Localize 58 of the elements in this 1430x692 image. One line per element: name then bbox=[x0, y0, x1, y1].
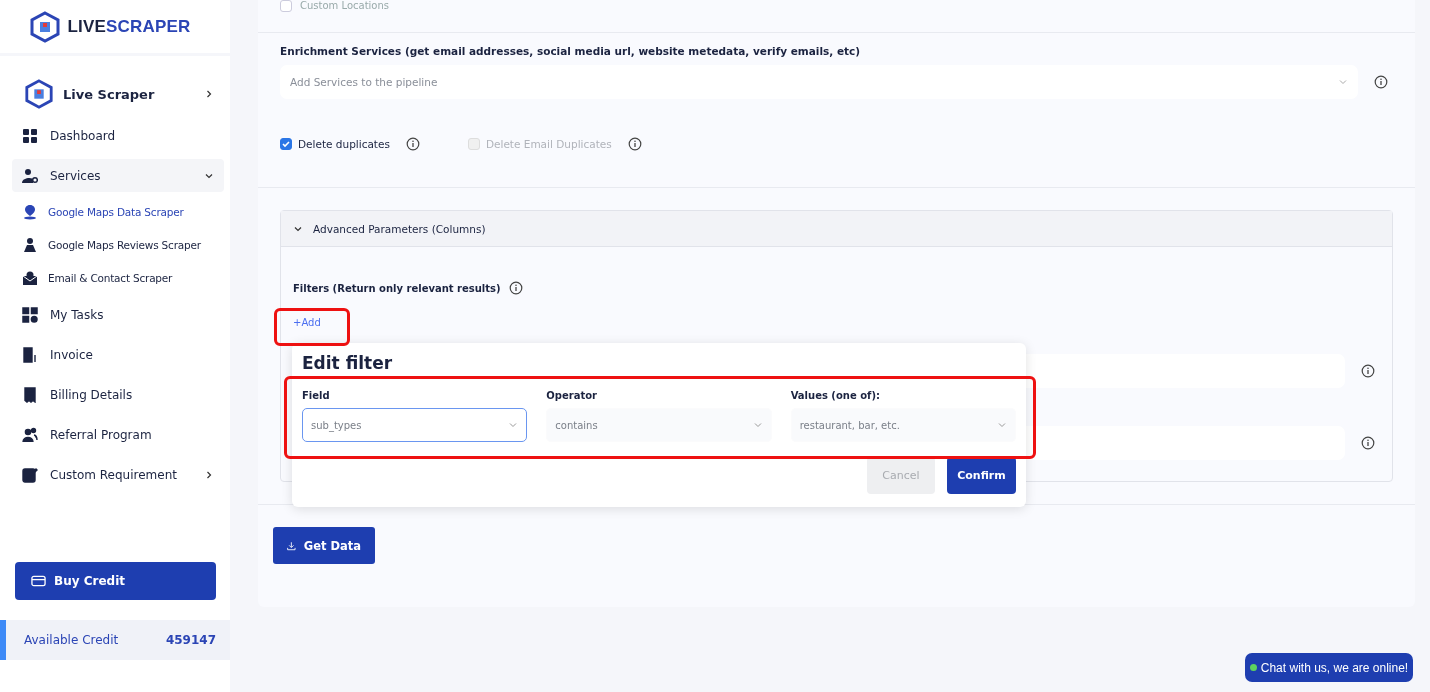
sidebar-item[interactable]: Dashboard bbox=[12, 119, 224, 152]
select-field[interactable]: sub_types bbox=[302, 408, 528, 442]
info-icon[interactable] bbox=[1374, 75, 1388, 89]
credit-label: Available Credit bbox=[24, 633, 119, 647]
tiles-icon bbox=[22, 306, 38, 323]
logo-icon bbox=[29, 10, 62, 43]
buy-credit-button[interactable]: Buy Credit bbox=[15, 562, 216, 600]
person-pin-icon bbox=[22, 237, 38, 253]
chevron-down-icon bbox=[1338, 77, 1348, 87]
field-label: Field bbox=[302, 390, 331, 401]
chevron-down-icon bbox=[997, 420, 1007, 430]
chevron-right-icon bbox=[204, 469, 214, 480]
advanced-header[interactable]: Advanced Parameters (Columns) bbox=[281, 211, 1392, 247]
select-field[interactable]: restaurant, bar, etc. bbox=[790, 408, 1016, 442]
envelope-icon bbox=[22, 270, 38, 286]
field-label: Operator bbox=[546, 390, 599, 401]
checkbox[interactable] bbox=[280, 138, 292, 150]
checkbox-label: Delete Email Duplicates bbox=[485, 138, 612, 150]
get-data-button[interactable]: Get Data bbox=[273, 527, 375, 564]
logo-text: LIVESCRAPER bbox=[67, 16, 191, 37]
credit-card-icon bbox=[31, 575, 46, 587]
sidebar-subitem[interactable]: Google Maps Data Scraper bbox=[12, 199, 224, 225]
select-field[interactable]: contains bbox=[546, 408, 772, 442]
checkbox-label: Custom Locations bbox=[300, 0, 389, 12]
checkbox-label: Delete duplicates bbox=[298, 138, 390, 150]
dialog-title: Edit filter bbox=[302, 353, 394, 373]
document-icon bbox=[22, 386, 38, 403]
chevron-down-icon bbox=[508, 420, 519, 430]
chat-button[interactable]: Chat with us, we are online! bbox=[1245, 653, 1413, 682]
info-icon[interactable] bbox=[627, 137, 642, 151]
sidebar-item[interactable]: Referral Program bbox=[12, 418, 224, 451]
sidebar-item[interactable]: Live Scraper bbox=[12, 74, 224, 114]
chevron-right-icon bbox=[204, 89, 214, 99]
confirm-button[interactable]: Confirm bbox=[947, 457, 1016, 494]
field-label: Values (one of): bbox=[790, 390, 881, 401]
sidebar-item[interactable]: Services bbox=[12, 159, 224, 192]
cube-logo-icon bbox=[24, 79, 54, 109]
sidebar-item[interactable]: Custom Requirement bbox=[12, 458, 224, 491]
sidebar-item[interactable]: Billing Details bbox=[12, 378, 224, 411]
map-pin-icon bbox=[22, 204, 38, 220]
services-select[interactable]: Add Services to the pipeline bbox=[280, 65, 1358, 99]
chevron-down-icon bbox=[752, 420, 763, 430]
info-icon[interactable] bbox=[405, 137, 420, 151]
info-icon[interactable] bbox=[1361, 436, 1375, 450]
add-filter-link[interactable]: +Add bbox=[293, 317, 321, 328]
info-icon[interactable] bbox=[508, 281, 523, 295]
people-icon bbox=[22, 426, 38, 443]
filters-label: Filters (Return only relevant results) bbox=[293, 282, 501, 294]
field-label: Enrichment Services (get email addresses, social media url, website metedata, verify emails, etc) bbox=[280, 44, 862, 57]
credit-value: 459147 bbox=[165, 633, 216, 647]
sidebar-subitem[interactable]: Google Maps Reviews Scraper bbox=[12, 232, 224, 258]
sidebar-item[interactable]: Invoice bbox=[12, 338, 224, 371]
sidebar-item[interactable]: My Tasks bbox=[12, 298, 224, 331]
grid-icon bbox=[22, 127, 38, 144]
user-gear-icon bbox=[22, 167, 38, 184]
sidebar-subitem[interactable]: Email & Contact Scraper bbox=[12, 265, 224, 291]
checkbox[interactable] bbox=[280, 0, 292, 12]
info-icon[interactable] bbox=[1361, 364, 1375, 378]
